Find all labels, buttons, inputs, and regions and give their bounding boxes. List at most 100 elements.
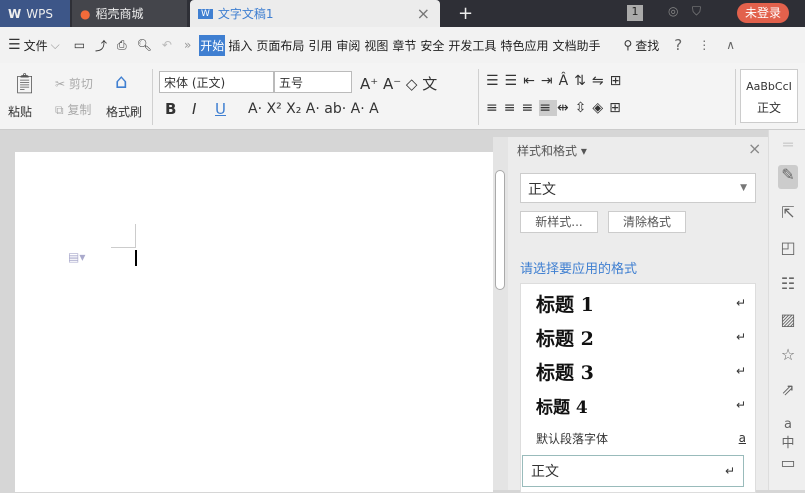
tab-home[interactable]: 开始 [199,34,226,56]
cut-label: 剪切 [68,77,93,91]
style-gallery-item[interactable]: AaBbCcI 正文 [740,69,798,123]
paragraph-list-icons[interactable]: ☰☰⇤⇥Â⇅⇋⊞ [486,73,627,89]
style-item-heading-4[interactable]: 标题 4 ↵ [528,390,754,420]
chevron-down-icon: ⌵ [50,37,60,52]
document-page[interactable]: ▤▾ [15,152,493,492]
character-mark-icon: a [738,431,746,445]
settings-sliders-icon[interactable]: ☷ [778,274,798,293]
text-cursor [135,250,137,266]
tab-references[interactable]: 引用 [307,35,333,56]
drag-handle-icon: ═ [783,135,793,154]
image-icon[interactable]: ▨ [778,310,798,329]
paragraph-mark-icon: ↵ [735,330,746,344]
tab-view[interactable]: 视图 [363,35,389,56]
tab-doc-assistant[interactable]: 文档助手 [551,35,601,56]
bold-button[interactable]: B [165,100,176,118]
style-item-heading-3[interactable]: 标题 3 ↵ [528,356,754,386]
login-button[interactable]: 未登录 [737,3,789,23]
paragraph-mark-icon: ↵ [735,398,746,412]
new-tab-button[interactable]: + [450,0,473,27]
margin-mark [111,247,135,248]
paragraph-mark-icon: ↵ [735,296,746,310]
paste-button[interactable]: 粘贴 [8,103,32,120]
print-icon[interactable]: ⎙ [117,38,127,53]
tab-bar: W WPS ● 稻壳商城 W 文字文稿1 × + 1 ◎ ⛉ 未登录 [0,0,805,27]
find-button[interactable]: 查找 [634,35,660,56]
close-tab-button[interactable]: × [417,4,430,23]
tab-developer[interactable]: 开发工具 [447,35,497,56]
style-preview: AaBbCcI [746,80,792,93]
more-options-button[interactable]: ⋮ [698,38,710,52]
font-family-select[interactable]: 宋体 (正文) [159,71,274,93]
doc-icon: W [198,8,213,19]
panel-title-text: 样式和格式 [517,144,578,158]
style-item-heading-2[interactable]: 标题 2 ↵ [528,322,754,352]
tab-review[interactable]: 审阅 [335,35,361,56]
format-painter-icon[interactable]: ⌂ [115,69,128,93]
style-label: 标题 3 [536,361,594,384]
tab-insert[interactable]: 插入 [227,35,253,56]
translate-icon[interactable]: a中 [778,417,798,451]
scrollbar-thumb[interactable] [495,170,505,290]
grow-font-icon[interactable]: A⁺ A⁻ ◇ 文 [360,73,437,94]
select-cursor-icon[interactable]: ⇱ [778,203,798,222]
size-value: 五号 [279,76,304,90]
style-label: 正文 [531,464,559,480]
tab-security[interactable]: 安全 [419,35,445,56]
document-tab[interactable]: W 文字文稿1 × [190,0,440,27]
more-button[interactable]: » [184,38,191,52]
copy-button[interactable]: ⧉ 复制 [55,101,91,118]
current-style-select[interactable]: 正文 ▼ [520,173,756,203]
paste-icon[interactable]: 📋︎ [12,71,37,95]
flame-icon: ● [80,6,91,21]
search-icon[interactable]: ⚲ [623,38,632,52]
store-tab[interactable]: ● 稻壳商城 [72,0,187,27]
current-style-value: 正文 [528,182,556,198]
tab-features[interactable]: 特色应用 [499,35,549,56]
wps-home-tab[interactable]: W WPS [0,0,70,27]
style-item-default-font[interactable]: 默认段落字体 a [528,425,754,451]
style-label: 标题 2 [536,327,594,350]
underline-button[interactable]: U [215,100,226,118]
tab-label: WPS [26,6,53,21]
panel-title[interactable]: 样式和格式 ▾ [517,142,587,159]
hamburger-icon[interactable]: ☰ [8,37,21,53]
help-button[interactable]: ? [674,36,682,54]
clear-format-button[interactable]: 清除格式 [608,211,686,233]
share-icon[interactable]: ⇗ [778,380,798,399]
window-count-badge[interactable]: 1 [627,5,643,21]
alignment-icons[interactable]: ≡≡≡≡⇹⇳◈⊞ [486,100,627,116]
archive-icon[interactable]: ▭ [778,453,798,472]
style-name: 正文 [756,101,781,115]
text-effects-icons[interactable]: A· X² X₂ A· ab· A· A [248,101,379,117]
style-item-normal[interactable]: 正文 ↵ [522,455,744,487]
file-menu[interactable]: 文件 [23,35,49,56]
close-icon[interactable]: × [748,139,761,158]
undo-icon[interactable]: ↶ [162,38,172,52]
paragraph-options-icon[interactable]: ▤▾ [68,250,85,264]
shapes-icon[interactable]: ◰ [778,238,798,257]
tab-page-layout[interactable]: 页面布局 [255,35,305,56]
copy-label: 复制 [67,103,92,117]
style-pen-icon[interactable]: ✎ [778,165,798,189]
styles-panel: 样式和格式 ▾ × 正文 ▼ 新样式... 清除格式 请选择要应用的格式 标题 1… [508,137,768,493]
new-style-button[interactable]: 新样式... [520,211,598,233]
italic-button[interactable]: I [192,100,196,118]
right-sidebar: ═ ✎ ⇱ ◰ ☷ ▨ ☆ ⇗ a中 ▭ [768,130,805,490]
tab-section[interactable]: 章节 [391,35,417,56]
export-icon[interactable]: ⤴ [95,37,107,54]
save-icon[interactable]: ▭ [74,38,85,52]
format-painter-button[interactable]: 格式刷 [106,103,142,120]
shirt-icon[interactable]: ⛉ [692,4,701,19]
cut-button[interactable]: ✂ 剪切 [55,75,93,92]
star-icon[interactable]: ☆ [778,345,798,364]
style-label: 标题 1 [536,293,594,316]
collapse-ribbon-button[interactable]: ∧ [726,38,735,52]
menu-bar: ☰ 文件 ⌵ ▭ ⤴ ⎙ 🔍︎ ↶ » 开始 插入 页面布局 引用 审阅 视图 … [0,27,805,63]
style-item-heading-1[interactable]: 标题 1 ↵ [528,288,754,318]
skin-icon[interactable]: ◎ [668,4,678,18]
tab-label: 文字文稿1 [217,7,274,21]
style-label: 标题 4 [536,397,588,418]
print-preview-icon[interactable]: 🔍︎ [137,38,152,52]
font-size-select[interactable]: 五号 [274,71,352,93]
